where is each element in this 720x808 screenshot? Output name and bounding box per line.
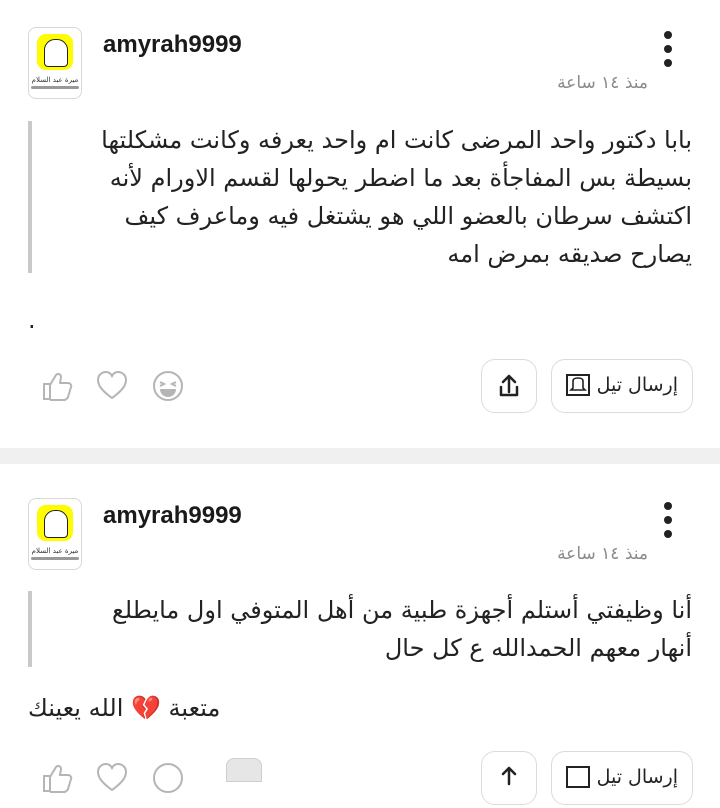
username[interactable]: amyrah9999 xyxy=(103,31,242,59)
quote-line: يصارح صديقه بمرض امه xyxy=(447,240,692,268)
quote-line: اكتشف سرطان بالعضو اللي هو يشتغل فيه وما… xyxy=(124,202,692,230)
send-tell-button[interactable]: إرسال تيل xyxy=(551,751,693,805)
avatar-caption-line xyxy=(31,86,79,89)
post-body: . xyxy=(28,306,36,334)
ghost-tell-icon xyxy=(566,374,590,396)
share-icon xyxy=(499,374,519,397)
ghost-tell-icon xyxy=(566,766,590,788)
heart-icon[interactable] xyxy=(95,369,129,403)
send-tell-label: إرسال تيل xyxy=(596,766,678,788)
share-button[interactable] xyxy=(481,751,537,805)
post-card: ميرة عبد السلام amyrah9999 منذ ١٤ ساعة ب… xyxy=(0,0,720,448)
thumbs-up-icon[interactable] xyxy=(40,761,74,795)
share-button[interactable] xyxy=(481,359,537,413)
post-time: منذ ١٤ ساعة xyxy=(557,544,648,564)
send-tell-button[interactable]: إرسال تيل xyxy=(551,359,693,413)
post-card: ميرة عبد السلام amyrah9999 منذ ١٤ ساعة أ… xyxy=(0,464,720,805)
avatar[interactable]: ميرة عبد السلام xyxy=(28,498,82,570)
more-vertical-icon[interactable] xyxy=(658,29,678,69)
quoted-text: بابا دكتور واحد المرضى كانت ام واحد يعرف… xyxy=(28,121,692,273)
avatar-caption: ميرة عبد السلام xyxy=(31,76,79,84)
share-icon xyxy=(501,766,517,786)
reactor-avatar[interactable] xyxy=(226,758,262,782)
quote-line: بسيطة بس المفاجأة بعد ما اضطر يحولها لقس… xyxy=(109,164,692,192)
laughing-face-icon[interactable] xyxy=(151,761,185,795)
more-vertical-icon[interactable] xyxy=(658,500,678,540)
laughing-face-icon[interactable] xyxy=(151,369,185,403)
avatar[interactable]: ميرة عبد السلام xyxy=(28,27,82,99)
avatar-caption: ميرة عبد السلام xyxy=(31,547,79,555)
heart-icon[interactable] xyxy=(95,761,129,795)
avatar-caption-line xyxy=(31,557,79,560)
quote-line: أنا وظيفتي أستلم أجهزة طبية من أهل المتو… xyxy=(112,596,692,624)
quoted-text: أنا وظيفتي أستلم أجهزة طبية من أهل المتو… xyxy=(28,591,692,667)
thumbs-up-icon[interactable] xyxy=(40,369,74,403)
send-tell-label: إرسال تيل xyxy=(596,374,678,396)
post-body: متعبة 💔 الله يعينك xyxy=(28,694,221,722)
quote-line: بابا دكتور واحد المرضى كانت ام واحد يعرف… xyxy=(101,126,692,154)
ghost-icon xyxy=(44,510,68,538)
username[interactable]: amyrah9999 xyxy=(103,502,242,530)
post-time: منذ ١٤ ساعة xyxy=(557,73,648,93)
post-divider xyxy=(0,448,720,464)
quote-line: أنهار معهم الحمدالله ع كل حال xyxy=(384,634,692,662)
ghost-icon xyxy=(44,39,68,67)
